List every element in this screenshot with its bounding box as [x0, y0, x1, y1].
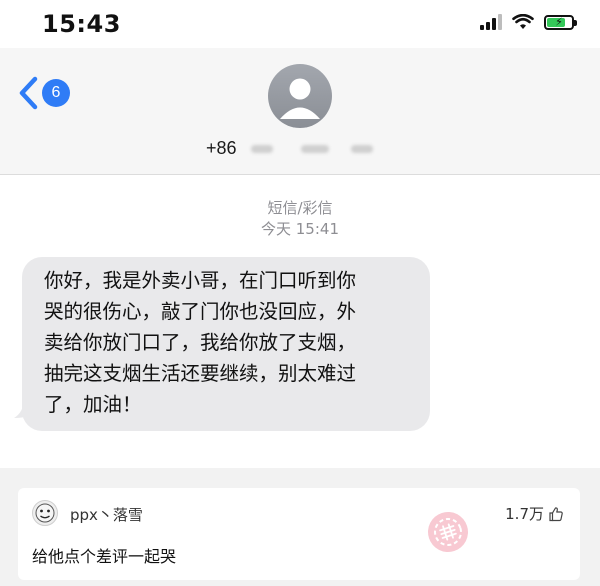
message-line: 卖给你放门口了，我给你放了支烟， [44, 331, 357, 354]
meme-face-icon [35, 503, 55, 523]
contact-avatar[interactable] [268, 64, 332, 128]
like-count: 1.7万 [505, 505, 544, 523]
message-line: 抽完这支烟生活还要继续，别太难过 [44, 362, 357, 385]
redacted-digits [250, 144, 273, 153]
battery-charging-icon: ⚡ [544, 14, 577, 30]
redacted-digits [350, 144, 373, 153]
status-icons: ⚡ [480, 14, 577, 30]
incoming-message-bubble[interactable]: 你好，我是外卖小哥，在门口听到你 哭的很伤心，敲了门你也没回应，外 卖给你放门口… [22, 257, 430, 431]
comment-text: 给他点个差评一起哭 [32, 547, 177, 566]
like-button[interactable]: 1.7万 [505, 503, 564, 524]
bolt-icon: ⚡ [555, 15, 563, 29]
status-bar: 15:43 ⚡ [0, 0, 600, 48]
thumbs-up-icon [549, 506, 563, 521]
contact-country-code: +86 [206, 138, 237, 158]
contact-number[interactable]: +86 [206, 138, 373, 159]
chevron-left-icon [19, 76, 38, 110]
message-line: 了，加油！ [44, 393, 142, 416]
top-comment: ppx丶落雪 1.7万 给他点个差评一起哭 [18, 488, 580, 580]
conversation-header: 6 +86 [0, 48, 600, 175]
unread-badge: 6 [42, 79, 70, 107]
message-line: 哭的很伤心，敲了门你也没回应，外 [44, 300, 357, 323]
commenter-name[interactable]: ppx丶落雪 [70, 504, 143, 525]
wifi-icon [512, 14, 534, 29]
thread-meta: 短信/彩信 今天 15:41 [0, 198, 600, 240]
status-time: 15:43 [42, 10, 121, 38]
message-line: 你好，我是外卖小哥，在门口听到你 [44, 269, 357, 292]
stamp-mark [434, 517, 462, 546]
back-button[interactable]: 6 [18, 76, 70, 110]
signal-icon [480, 14, 502, 30]
message-timestamp: 今天 15:41 [261, 220, 339, 238]
redacted-digits [300, 144, 329, 153]
sms-screen: 15:43 ⚡ 6 +86 短信/彩信 今天 15:41 你好，我是外卖小哥，在… [0, 0, 600, 468]
service-label: 短信/彩信 [267, 199, 333, 217]
bubble-tail [14, 398, 34, 418]
person-placeholder-icon [280, 78, 320, 119]
commenter-avatar[interactable] [32, 500, 58, 526]
